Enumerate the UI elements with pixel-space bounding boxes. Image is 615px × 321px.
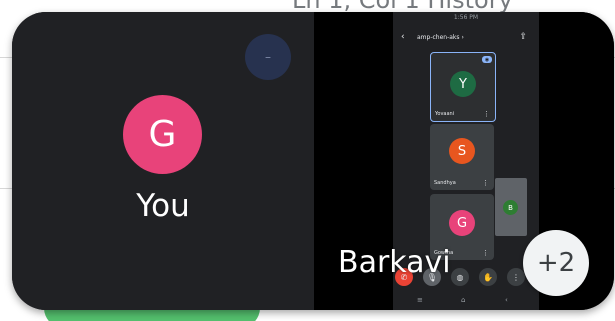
participant-avatar: S [449,138,475,164]
speaking-icon: ◉ [482,56,492,63]
phone-back-icon: ‹ [401,32,405,42]
participant-name: Yovaani [435,111,455,117]
self-avatar: G [123,95,202,174]
phone-nav-bar: ≡ ⌂ ‹ [393,296,539,308]
phone-share-icon: ⇪ [519,32,527,42]
participant-avatar: B [503,200,518,215]
camera-icon: ◍ [451,268,469,286]
self-name-label: You [136,188,190,224]
tile-menu-icon: ⋮ [482,179,489,187]
phone-meeting-title: amp-chen-aks › [417,34,464,41]
participant-avatar: Y [450,71,476,97]
tile-menu-icon: ⋮ [482,249,489,257]
self-overlay-indicator: – [245,34,291,80]
self-video-tile[interactable]: – G You [12,12,314,310]
back-icon: ‹ [505,296,508,304]
home-icon: ⌂ [461,296,466,304]
participant-avatar: G [449,210,475,236]
recents-icon: ≡ [417,296,423,304]
hand-icon: ✋ [479,268,497,286]
tile-menu-icon: ⋮ [483,110,490,118]
phone-self-preview: B [495,178,527,236]
more-icon: ⋮ [507,268,525,286]
screen: Ln 1, Col 1 History – G You 1:56 PM ‹ am… [0,0,615,321]
phone-status-bar: 1:56 PM [453,14,479,21]
phone-participant-tile: ◉ Y Yovaani ⋮ [430,52,496,122]
more-participants-button[interactable]: +2 [523,230,589,296]
phone-participant-tile: S Sandhya ⋮ [430,124,494,190]
remote-participant-name: Barkavi [338,245,451,280]
participant-name: Sandhya [434,180,456,186]
